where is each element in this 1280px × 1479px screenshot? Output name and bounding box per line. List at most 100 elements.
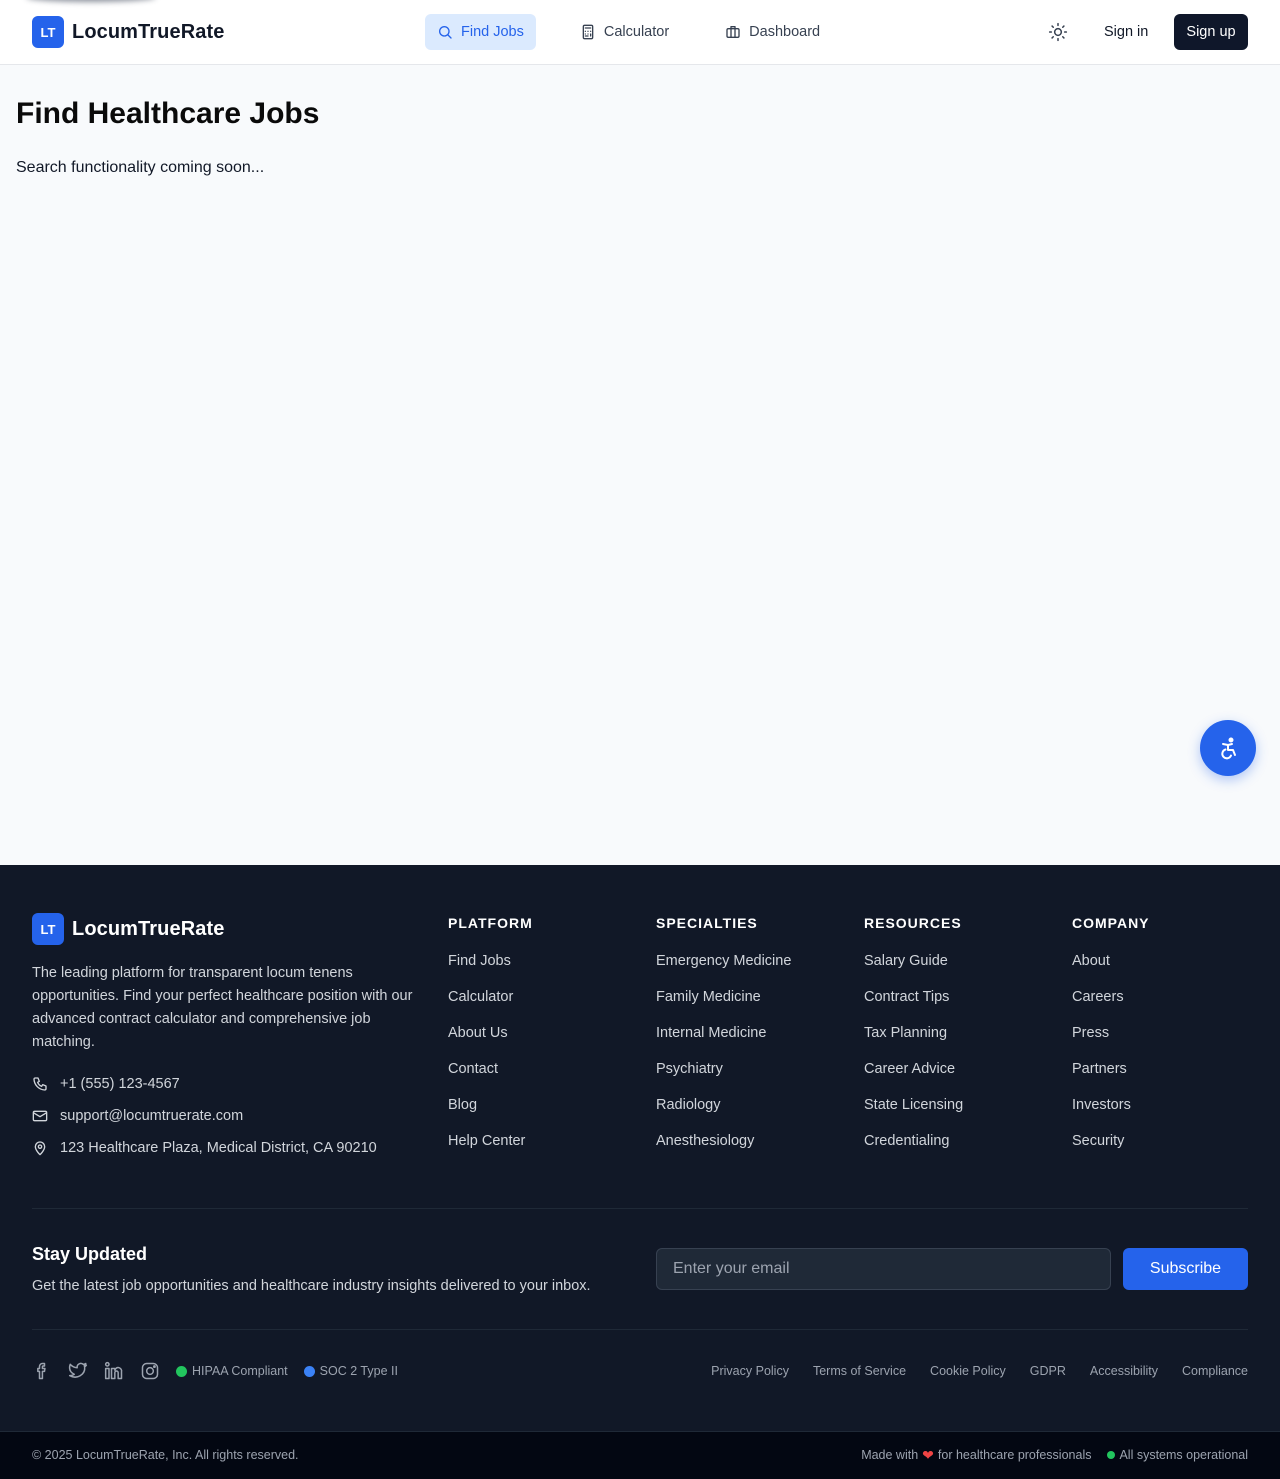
search-icon xyxy=(439,26,452,39)
footer-link[interactable]: Psychiatry xyxy=(656,1061,791,1097)
sun-icon xyxy=(1048,22,1068,42)
footer-link[interactable]: About Us xyxy=(448,1025,533,1061)
page-subtitle: Search functionality coming soon... xyxy=(16,159,265,176)
status-dot xyxy=(1107,1451,1116,1459)
footer-link[interactable]: State Licensing xyxy=(864,1097,963,1133)
accessibility-icon xyxy=(1221,737,1236,760)
footer-link[interactable]: Careers xyxy=(1072,989,1150,1025)
footer-brand-name: LocumTrueRate xyxy=(72,917,225,940)
footer-link[interactable]: Contact xyxy=(448,1061,533,1097)
bottom-bar: © 2025 LocumTrueRate, Inc. All rights re… xyxy=(0,1431,1280,1479)
heart-icon: ❤ xyxy=(922,1447,934,1463)
system-status-text: All systems operational xyxy=(1119,1448,1248,1462)
sign-in-button[interactable]: Sign in xyxy=(1092,14,1160,50)
nav-calculator[interactable]: Calculator xyxy=(568,14,681,50)
footer-logo-badge: LT xyxy=(32,913,64,945)
logo-badge: LT xyxy=(32,16,64,48)
footer-column-resources: RESOURCES Salary Guide Contract Tips Tax… xyxy=(864,915,963,1169)
column-heading: COMPANY xyxy=(1072,915,1150,931)
newsletter-subtitle: Get the latest job opportunities and hea… xyxy=(32,1278,591,1294)
calculator-icon xyxy=(582,24,594,40)
footer-link[interactable]: About xyxy=(1072,953,1150,989)
column-heading: SPECIALTIES xyxy=(656,915,758,931)
subscribe-button[interactable]: Subscribe xyxy=(1123,1248,1248,1290)
contact-phone: +1 (555) 123-4567 xyxy=(32,1076,180,1092)
legal-link[interactable]: Cookie Policy xyxy=(930,1364,1006,1378)
divider xyxy=(32,1208,1248,1209)
sign-up-button[interactable]: Sign up xyxy=(1174,14,1248,50)
contact-email: support@locumtruerate.com xyxy=(32,1108,243,1124)
contact-address: 123 Healthcare Plaza, Medical District, … xyxy=(32,1140,377,1156)
footer-link[interactable]: Emergency Medicine xyxy=(656,953,791,989)
accessibility-button[interactable] xyxy=(1200,720,1256,776)
nav-dashboard-label: Dashboard xyxy=(749,24,821,40)
badge-dot xyxy=(176,1365,187,1377)
footer-link[interactable]: Investors xyxy=(1072,1097,1150,1133)
contact-email-text: support@locumtruerate.com xyxy=(60,1108,244,1124)
made-with-prefix: Made with xyxy=(861,1448,919,1462)
briefcase-icon xyxy=(726,26,740,38)
shadow-artifact xyxy=(26,0,156,2)
contact-phone-text: +1 (555) 123-4567 xyxy=(60,1076,180,1092)
legal-link[interactable]: Terms of Service xyxy=(813,1364,906,1378)
main-nav: Find Jobs Calculator Dashboard xyxy=(425,14,832,50)
badge-dot xyxy=(303,1365,315,1377)
legal-links: Privacy Policy Terms of Service Cookie P… xyxy=(711,1364,1248,1378)
map-pin-icon xyxy=(34,1141,46,1156)
footer-link[interactable]: Security xyxy=(1072,1133,1150,1169)
footer-link[interactable]: Press xyxy=(1072,1025,1150,1061)
social-links: HIPAA Compliant SOC 2 Type II xyxy=(32,1361,414,1381)
twitter-icon[interactable] xyxy=(68,1361,88,1381)
phone-icon xyxy=(33,1077,47,1091)
nav-find-jobs[interactable]: Find Jobs xyxy=(425,14,536,50)
nav-calculator-label: Calculator xyxy=(603,24,670,40)
theme-toggle-button[interactable] xyxy=(1044,18,1072,46)
page-title: Find Healthcare Jobs xyxy=(16,97,320,130)
footer-link[interactable]: Anesthesiology xyxy=(656,1133,791,1169)
brand-name: LocumTrueRate xyxy=(72,20,225,43)
instagram-icon[interactable] xyxy=(140,1361,160,1381)
badge-label: HIPAA Compliant xyxy=(192,1364,288,1378)
column-heading: PLATFORM xyxy=(448,915,533,931)
footer-column-platform: PLATFORM Find Jobs Calculator About Us C… xyxy=(448,915,533,1169)
made-with-suffix: for healthcare professionals xyxy=(937,1448,1092,1462)
facebook-icon[interactable] xyxy=(32,1361,52,1381)
nav-find-jobs-label: Find Jobs xyxy=(461,24,524,40)
made-with-text: Made with ❤ for healthcare professionals… xyxy=(861,1448,1248,1462)
footer-link[interactable]: Contract Tips xyxy=(864,989,963,1025)
hipaa-badge: HIPAA Compliant xyxy=(176,1364,288,1378)
footer-link[interactable]: Tax Planning xyxy=(864,1025,963,1061)
legal-link[interactable]: GDPR xyxy=(1030,1364,1066,1378)
footer-link[interactable]: Family Medicine xyxy=(656,989,791,1025)
footer-link[interactable]: Calculator xyxy=(448,989,533,1025)
legal-link[interactable]: Compliance xyxy=(1182,1364,1248,1378)
contact-address-text: 123 Healthcare Plaza, Medical District, … xyxy=(60,1140,377,1156)
legal-link[interactable]: Privacy Policy xyxy=(711,1364,789,1378)
soc2-badge: SOC 2 Type II xyxy=(303,1364,398,1378)
footer-link[interactable]: Find Jobs xyxy=(448,953,533,989)
brand-home-link[interactable]: LT LocumTrueRate xyxy=(32,16,224,48)
footer-column-company: COMPANY About Careers Press Partners Inv… xyxy=(1072,915,1150,1169)
footer-link[interactable]: Salary Guide xyxy=(864,953,963,989)
footer-column-specialties: SPECIALTIES Emergency Medicine Family Me… xyxy=(656,915,791,1169)
footer-link[interactable]: Internal Medicine xyxy=(656,1025,791,1061)
footer-link[interactable]: Credentialing xyxy=(864,1133,963,1169)
footer-link[interactable]: Partners xyxy=(1072,1061,1150,1097)
copyright-text: © 2025 LocumTrueRate, Inc. All rights re… xyxy=(32,1448,299,1462)
top-navigation-bar: LT LocumTrueRate Find Jobs Calculator Da… xyxy=(0,0,1280,65)
footer-link[interactable]: Blog xyxy=(448,1097,533,1133)
divider xyxy=(32,1329,1248,1330)
footer-link[interactable]: Career Advice xyxy=(864,1061,963,1097)
newsletter-email-input[interactable] xyxy=(656,1248,1111,1290)
footer-link[interactable]: Radiology xyxy=(656,1097,791,1133)
footer-brand: LT LocumTrueRate xyxy=(32,913,224,945)
badge-label: SOC 2 Type II xyxy=(319,1364,398,1378)
footer: LT LocumTrueRate The leading platform fo… xyxy=(0,865,1280,1431)
legal-link[interactable]: Accessibility xyxy=(1090,1364,1158,1378)
footer-description: The leading platform for transparent loc… xyxy=(32,965,413,1050)
linkedin-icon[interactable] xyxy=(104,1361,124,1381)
column-heading: RESOURCES xyxy=(864,915,962,931)
nav-dashboard[interactable]: Dashboard xyxy=(713,14,832,50)
footer-link[interactable]: Help Center xyxy=(448,1133,533,1169)
mail-icon xyxy=(32,1110,48,1122)
